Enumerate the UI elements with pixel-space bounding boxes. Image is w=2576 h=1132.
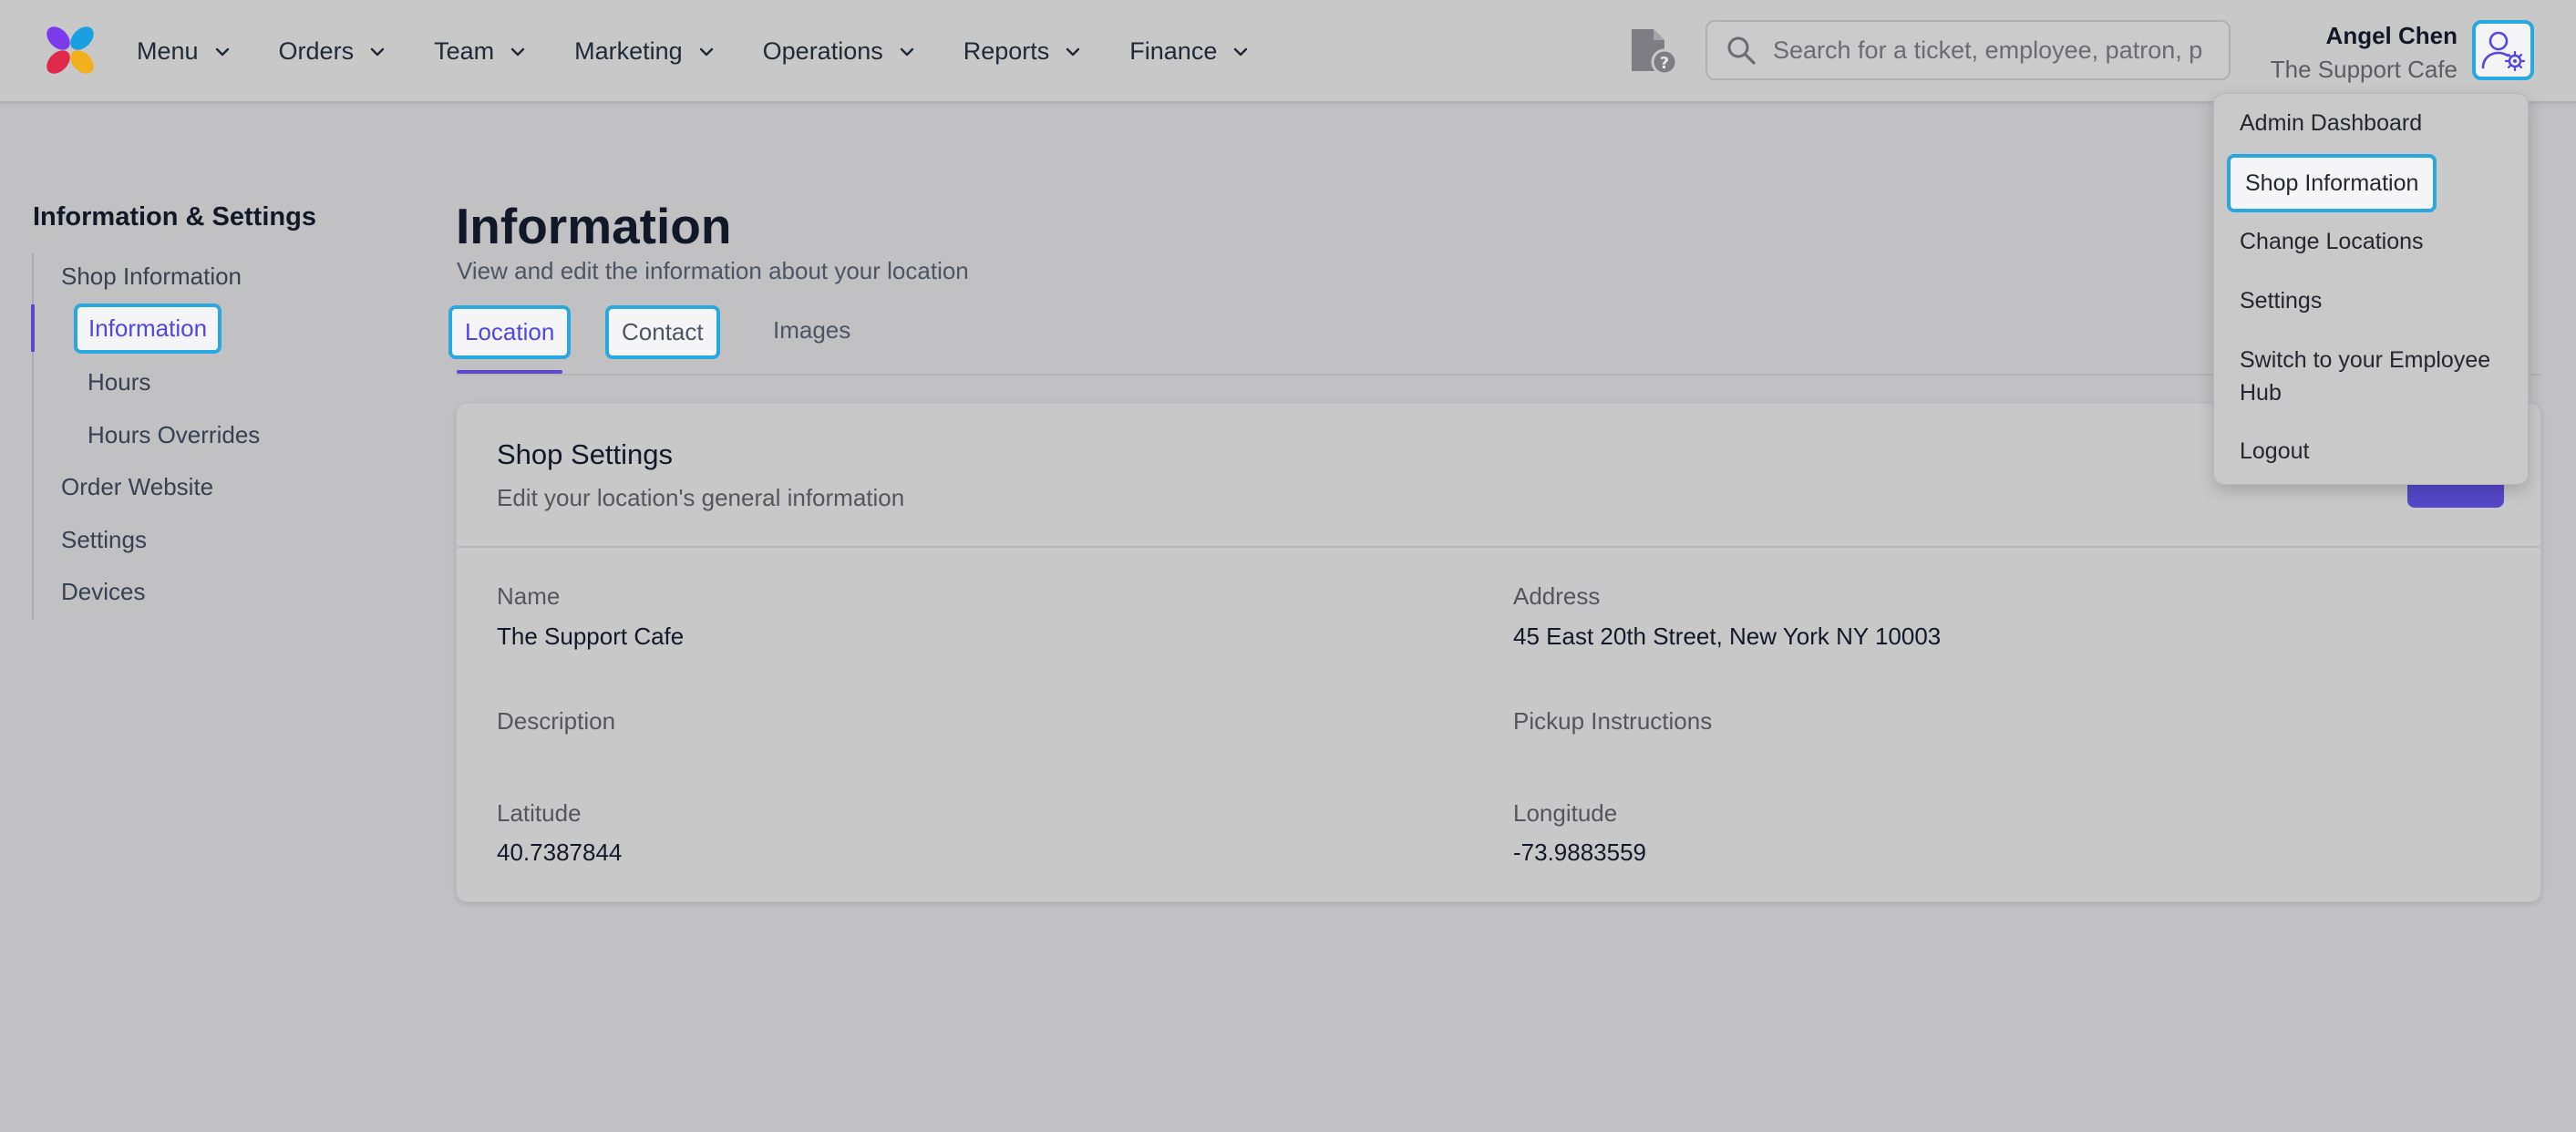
sidebar-item-hours-overrides[interactable]: Hours Overrides <box>88 421 260 449</box>
menu-item-shop-information[interactable]: Shop Information <box>2227 154 2437 212</box>
tab-active-underline <box>457 370 562 374</box>
card-subtitle: Edit your location's general information <box>497 484 905 511</box>
nav-orders[interactable]: Orders <box>279 37 387 66</box>
sidebar-item-hours[interactable]: Hours <box>88 368 150 396</box>
nav-reports[interactable]: Reports <box>963 37 1083 66</box>
name-value: The Support Cafe <box>497 623 685 650</box>
chevron-down-icon <box>215 47 229 56</box>
latitude-label: Latitude <box>497 799 582 827</box>
tab-location[interactable]: Location <box>448 305 572 359</box>
card-title: Shop Settings <box>497 438 674 470</box>
sidebar-item-order-website[interactable]: Order Website <box>61 473 213 501</box>
chevron-down-icon <box>510 47 525 56</box>
page-subtitle: View and edit the information about your… <box>457 257 969 284</box>
nav-operations-label: Operations <box>762 37 883 65</box>
user-name: Angel Chen <box>2325 22 2458 49</box>
chevron-down-icon <box>900 47 913 56</box>
nav-orders-label: Orders <box>278 37 355 65</box>
longitude-value: -73.9883559 <box>1513 839 1647 866</box>
nav-team-label: Team <box>434 37 495 65</box>
svg-text:?: ? <box>1660 54 1669 73</box>
nav-marketing-label: Marketing <box>574 37 683 65</box>
chevron-down-icon <box>370 47 385 56</box>
user-settings-icon <box>2481 31 2526 71</box>
description-label: Description <box>497 707 616 735</box>
top-navigation-bar: Menu Orders Team Marketing Operations Re… <box>0 0 2576 103</box>
nav-marketing[interactable]: Marketing <box>574 37 716 66</box>
pickup-instructions-label: Pickup Instructions <box>1513 707 1713 735</box>
chevron-down-icon <box>1234 47 1248 56</box>
document-help-icon[interactable]: ? <box>1628 26 1679 77</box>
nav-reports-label: Reports <box>963 37 1050 65</box>
search-input[interactable] <box>1773 36 2210 65</box>
app-logo[interactable] <box>42 22 98 78</box>
longitude-label: Longitude <box>1513 799 1618 827</box>
address-value: 45 East 20th Street, New York NY 10003 <box>1513 623 1942 650</box>
nav-finance-label: Finance <box>1129 37 1218 65</box>
chevron-down-icon <box>699 47 713 56</box>
chevron-down-icon <box>1066 47 1080 56</box>
user-dropdown-menu: Admin Dashboard Shop Information Change … <box>2213 93 2529 485</box>
tab-images[interactable]: Images <box>773 316 850 345</box>
search-icon <box>1727 36 1756 65</box>
address-label: Address <box>1513 582 1601 610</box>
nav-menu[interactable]: Menu <box>137 37 232 66</box>
user-info: Angel Chen The Support Cafe <box>2271 20 2458 87</box>
page-title: Information <box>456 198 732 254</box>
latitude-value: 40.7387844 <box>497 839 623 866</box>
main-nav: Menu Orders Team Marketing Operations Re… <box>137 0 1297 103</box>
sidebar-title: Information & Settings <box>33 202 316 232</box>
nav-team[interactable]: Team <box>434 37 527 66</box>
tab-contact[interactable]: Contact <box>605 305 720 359</box>
sidebar-item-shop-information[interactable]: Shop Information <box>61 262 242 291</box>
nav-menu-label: Menu <box>137 37 199 65</box>
nav-finance[interactable]: Finance <box>1129 37 1250 66</box>
sidebar-item-settings[interactable]: Settings <box>61 526 147 554</box>
menu-item-logout[interactable]: Logout <box>2240 435 2309 468</box>
menu-item-switch-employee-hub[interactable]: Switch to your Employee Hub <box>2240 344 2513 409</box>
sidebar-item-information[interactable]: Information <box>74 304 222 354</box>
menu-item-admin-dashboard[interactable]: Admin Dashboard <box>2240 107 2422 139</box>
sidebar-active-indicator <box>31 304 35 352</box>
sidebar-item-devices[interactable]: Devices <box>61 578 145 606</box>
menu-item-change-locations[interactable]: Change Locations <box>2240 225 2424 258</box>
menu-item-settings[interactable]: Settings <box>2240 284 2322 317</box>
user-shop-name: The Support Cafe <box>2270 56 2458 83</box>
nav-operations[interactable]: Operations <box>763 37 916 66</box>
name-label: Name <box>497 582 561 610</box>
global-search[interactable] <box>1705 20 2231 80</box>
user-menu-button[interactable] <box>2472 20 2534 80</box>
